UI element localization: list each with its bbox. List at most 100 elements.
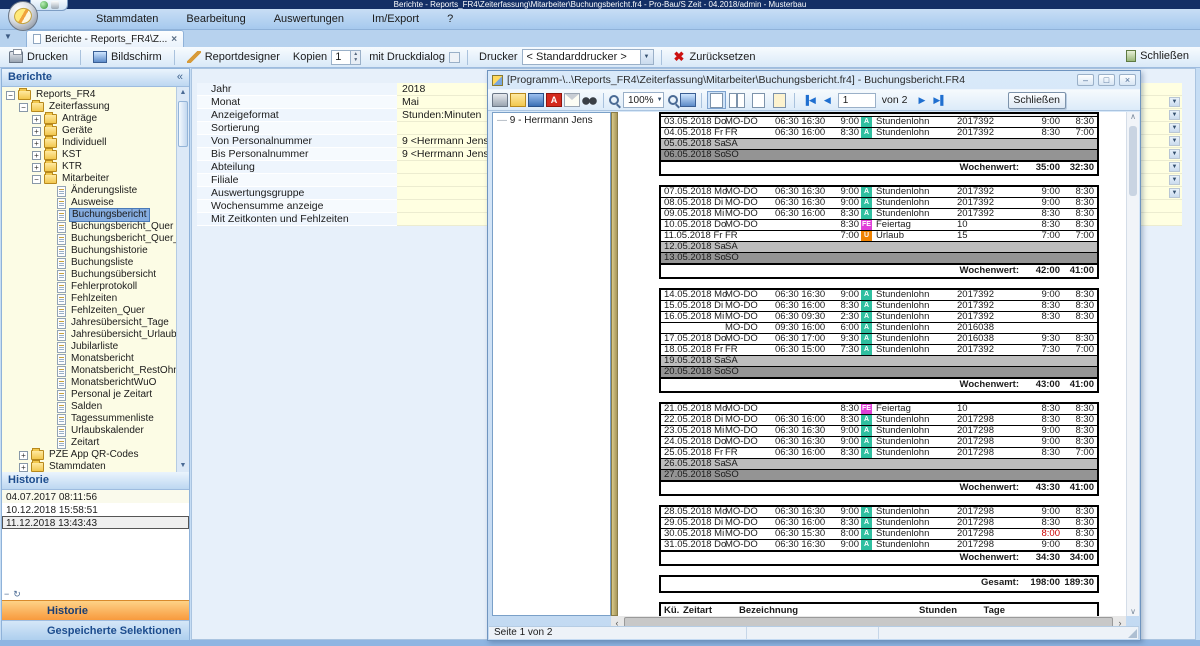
collapse-icon[interactable]: − [19, 103, 28, 112]
tree-item[interactable]: MonatsberichtWuO [2, 377, 176, 389]
collapse-panel-icon[interactable]: « [177, 69, 183, 86]
scroll-up-icon[interactable]: ∧ [1127, 112, 1139, 121]
application-menu-orb[interactable] [8, 1, 38, 31]
tree-item[interactable]: −Reports_FR4 [2, 89, 176, 101]
refresh-icon[interactable] [40, 1, 48, 9]
kopien-stepper[interactable]: 1 ▲▼ [331, 50, 361, 65]
scroll-down-icon[interactable]: ▼ [177, 460, 189, 472]
tree-item[interactable]: Buchungsbericht_Quer [2, 221, 176, 233]
scroll-down-icon[interactable]: ∨ [1127, 607, 1139, 616]
chevron-down-icon[interactable]: ▼ [1169, 149, 1180, 159]
tab-list-dropdown-icon[interactable]: ▼ [4, 32, 12, 41]
chevron-down-icon[interactable]: ▼ [1169, 110, 1180, 120]
tree-item[interactable]: +Anträge [2, 113, 176, 125]
remove-icon[interactable]: − [4, 589, 9, 600]
expand-icon[interactable]: + [19, 463, 28, 472]
panel-splitter[interactable] [611, 112, 618, 616]
scrollbar-thumb[interactable] [1129, 126, 1137, 196]
tree-item[interactable]: −Mitarbeiter [2, 173, 176, 185]
tree-item[interactable]: Personal je Zeitart [2, 389, 176, 401]
close-icon[interactable]: × [1119, 74, 1136, 86]
zoom-in-icon[interactable] [609, 95, 619, 105]
tree-item[interactable]: Buchungshistorie [2, 245, 176, 257]
expand-icon[interactable]: + [32, 163, 41, 172]
tree-item[interactable]: Buchungsübersicht [2, 269, 176, 281]
historie-bar[interactable]: Historie [2, 600, 189, 620]
scrollbar-thumb[interactable] [178, 101, 188, 147]
viewer-titlebar[interactable]: [Programm-\..\Reports_FR4\Zeiterfassung\… [488, 71, 1140, 89]
tree-item[interactable]: Urlaubskalender [2, 425, 176, 437]
historie-item[interactable]: 11.12.2018 13:43:43 [2, 516, 189, 529]
tree-item[interactable]: Zeitart [2, 437, 176, 449]
schliessen-button[interactable]: Schließen [1121, 49, 1194, 63]
tree-item[interactable]: Salden [2, 401, 176, 413]
historie-item[interactable]: 04.07.2017 08:11:56 [2, 490, 189, 503]
expand-icon[interactable]: + [32, 139, 41, 148]
menu-item-imexport[interactable]: Im/Export [372, 13, 419, 25]
tree-item[interactable]: Buchungsbericht [2, 209, 176, 221]
maximize-icon[interactable]: □ [1098, 74, 1115, 86]
tab-berichte[interactable]: Berichte - Reports_FR4\Z... × [26, 30, 184, 47]
tree-item[interactable]: Fehlerprotokoll [2, 281, 176, 293]
drucker-select[interactable]: < Standarddrucker > ▼ [522, 49, 654, 65]
zoom-out-icon[interactable] [668, 95, 678, 105]
tree-item[interactable]: Jahresübersicht_Urlaub [2, 329, 176, 341]
druckdialog-checkbox[interactable] [449, 52, 460, 63]
chevron-down-icon[interactable]: ▼ [1169, 188, 1180, 198]
pdf-export-icon[interactable]: A [546, 93, 562, 107]
two-page-view-button[interactable] [728, 91, 747, 109]
scroll-up-icon[interactable]: ▲ [177, 87, 189, 99]
page-number-input[interactable]: 1 [838, 93, 876, 108]
tree-item[interactable]: +Geräte [2, 125, 176, 137]
menu-item-?[interactable]: ? [447, 13, 453, 25]
tree-item[interactable]: Fehlzeiten_Quer [2, 305, 176, 317]
tab-close-icon[interactable]: × [171, 34, 177, 45]
single-page-view-button[interactable] [707, 91, 726, 109]
zoom-select[interactable]: 100% ▼ [623, 92, 664, 108]
tree-item[interactable]: Tagessummenliste [2, 413, 176, 425]
tree-item[interactable]: Änderungsliste [2, 185, 176, 197]
tree-item[interactable]: +PZE App QR-Codes [2, 449, 176, 461]
minimize-icon[interactable]: – [1077, 74, 1094, 86]
page-zoom-view-button[interactable] [749, 91, 768, 109]
menu-item-stammdaten[interactable]: Stammdaten [96, 13, 158, 25]
last-page-icon[interactable]: ▶▌ [930, 95, 949, 106]
drucken-button[interactable]: Drucken [4, 50, 73, 64]
tree-item[interactable]: Buchungsbericht_Quer_Ohne [2, 233, 176, 245]
stepper-arrows-icon[interactable]: ▲▼ [350, 51, 360, 64]
first-page-icon[interactable]: ▐◀ [800, 95, 819, 106]
open-icon[interactable] [510, 93, 526, 107]
chevron-down-icon[interactable]: ▼ [640, 50, 653, 64]
tree-item[interactable]: +KTR [2, 161, 176, 173]
gespeicherte-selektionen-bar[interactable]: Gespeicherte Selektionen [2, 620, 189, 640]
search-icon[interactable] [582, 93, 598, 107]
expand-icon[interactable]: + [32, 127, 41, 136]
print-icon[interactable] [492, 93, 508, 107]
resize-grip[interactable] [1128, 629, 1137, 638]
chevron-down-icon[interactable]: ▼ [1169, 123, 1180, 133]
historie-item[interactable]: 10.12.2018 15:58:51 [2, 503, 189, 516]
menu-item-auswertungen[interactable]: Auswertungen [274, 13, 344, 25]
zuruecksetzen-button[interactable]: ✖ Zurücksetzen [669, 50, 761, 64]
tree-item[interactable]: Monatsbericht_RestOhneGeplant [2, 365, 176, 377]
tree-item[interactable]: +Individuell [2, 137, 176, 149]
chevron-down-icon[interactable]: ▼ [1169, 162, 1180, 172]
email-icon[interactable] [564, 93, 580, 107]
viewer-schliessen-button[interactable]: Schließen [1008, 92, 1066, 109]
collapse-icon[interactable]: − [6, 91, 15, 100]
tree-item[interactable]: Fehlzeiten [2, 293, 176, 305]
page-edit-view-button[interactable] [770, 91, 789, 109]
outline-item-herrmann-jens[interactable]: — 9 - Herrmann Jens [493, 113, 610, 126]
chevron-down-icon[interactable]: ▼ [1169, 175, 1180, 185]
expand-icon[interactable]: + [19, 451, 28, 460]
tree-item[interactable]: −Zeiterfassung [2, 101, 176, 113]
tree-item[interactable]: Jahresübersicht_Tage [2, 317, 176, 329]
refresh-icon[interactable]: ↻ [13, 589, 21, 600]
viewer-vertical-scrollbar[interactable]: ∧ ∨ [1126, 112, 1139, 616]
collapse-icon[interactable]: − [32, 175, 41, 184]
tree-item[interactable]: Jubilarliste [2, 341, 176, 353]
bildschirm-button[interactable]: Bildschirm [88, 50, 167, 64]
chevron-down-icon[interactable]: ▼ [1169, 136, 1180, 146]
quick-print-icon[interactable] [51, 1, 59, 9]
fullscreen-icon[interactable] [680, 93, 696, 107]
